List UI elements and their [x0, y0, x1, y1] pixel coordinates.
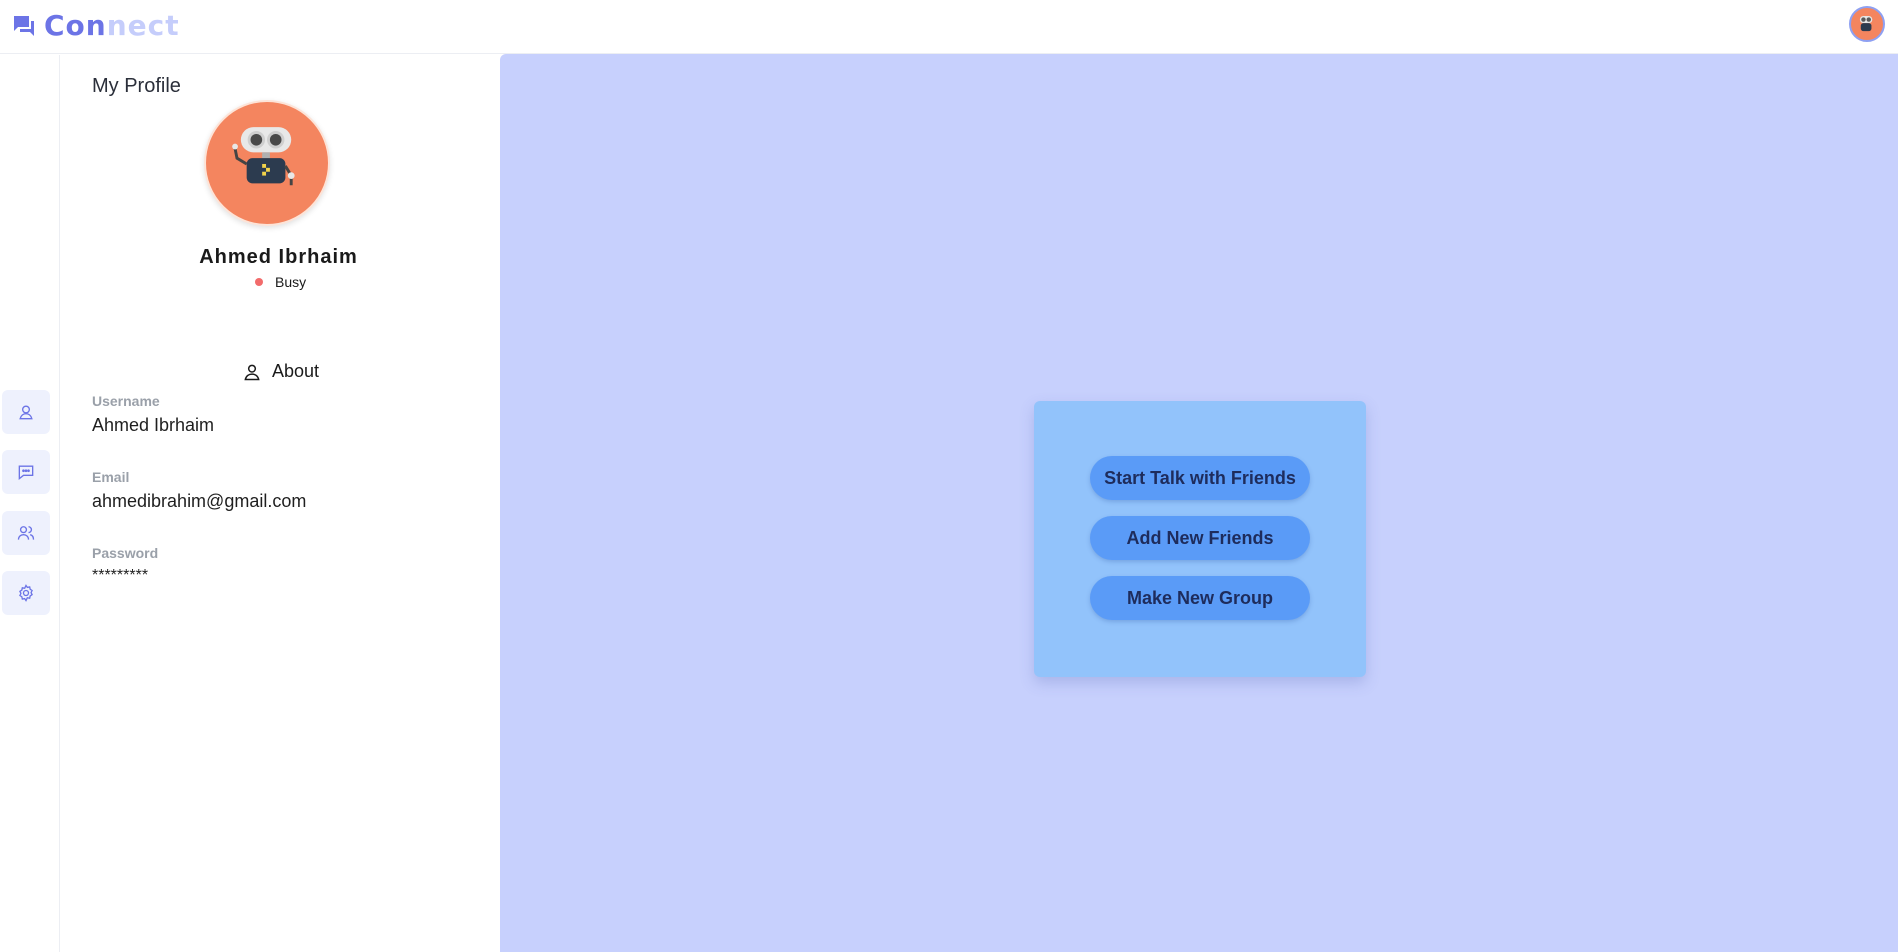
status-indicator: Busy — [255, 274, 306, 290]
top-header: Connect — [0, 0, 1898, 54]
welcome-actions-card: Start Talk with Friends Add New Friends … — [1034, 401, 1366, 677]
new-group-button[interactable]: Make New Group — [1090, 576, 1310, 620]
main-content: Start Talk with Friends Add New Friends … — [500, 54, 1898, 952]
users-icon — [17, 526, 35, 540]
start-talk-button[interactable]: Start Talk with Friends — [1090, 456, 1310, 500]
email-value: ahmedibrahim@gmail.com — [92, 491, 307, 511]
icon-rail — [0, 55, 60, 952]
app-logo[interactable]: Connect — [12, 9, 180, 43]
app-name-part1: Con — [44, 9, 107, 42]
rail-chats-button[interactable] — [2, 450, 50, 494]
add-friends-button[interactable]: Add New Friends — [1090, 516, 1310, 560]
rail-settings-button[interactable] — [2, 571, 50, 615]
about-label: About — [272, 361, 320, 381]
header-avatar[interactable] — [1849, 6, 1885, 42]
gear-icon — [19, 584, 33, 602]
app-name: Connect — [44, 9, 180, 43]
chat-bubble-icon — [18, 465, 34, 481]
profile-avatar[interactable] — [204, 100, 330, 226]
password-label: Password — [92, 545, 159, 561]
rail-friends-button[interactable] — [2, 511, 50, 555]
robot-avatar-icon — [232, 127, 295, 186]
profile-title: My Profile — [92, 75, 181, 97]
user-icon — [244, 364, 260, 380]
rail-profile-button[interactable] — [2, 390, 50, 434]
about-section-header: About — [242, 361, 319, 382]
username-label: Username — [92, 393, 160, 409]
profile-panel: My Profile Ahmed Ibrhaim Busy About User… — [61, 55, 500, 952]
email-label: Email — [92, 469, 130, 485]
app-name-part2: nect — [106, 9, 180, 42]
profile-name: Ahmed Ibrhaim — [199, 246, 358, 268]
status-dot-icon — [255, 278, 263, 286]
chat-logo-icon — [14, 16, 34, 36]
user-icon — [19, 405, 33, 420]
username-value: Ahmed Ibrhaim — [92, 415, 215, 435]
robot-avatar-icon — [1859, 16, 1873, 32]
password-value: ********* — [92, 567, 149, 584]
status-text: Busy — [275, 274, 307, 290]
